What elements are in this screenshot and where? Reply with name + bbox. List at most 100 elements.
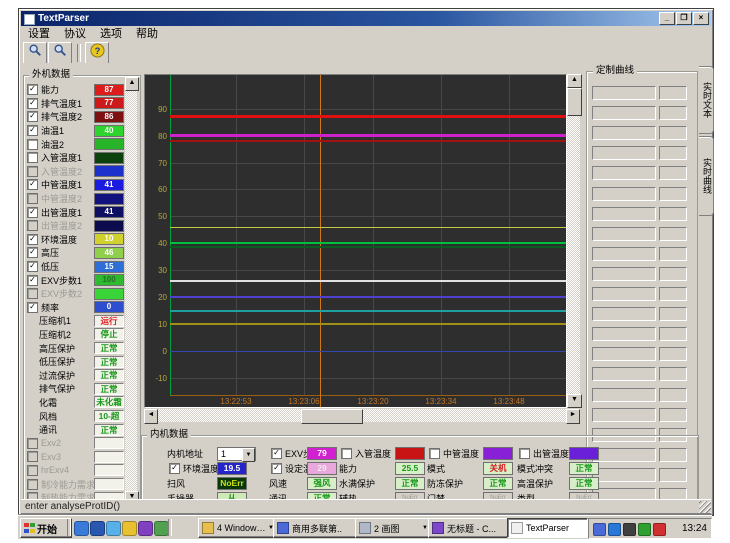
checkbox-制冷能力需求[interactable] [27, 479, 38, 490]
tab-实时曲线[interactable]: 实时曲线 [699, 136, 714, 216]
checkbox-hrExv4[interactable] [27, 465, 38, 476]
checkbox-EXV步数2[interactable] [27, 288, 38, 299]
custom-curve-value-field-2[interactable] [659, 126, 687, 140]
checkbox-环境温度[interactable]: ✓ [27, 234, 38, 245]
chart-scroll-down-arrow[interactable]: ▼ [567, 394, 582, 408]
checkbox-能力[interactable]: ✓ [27, 84, 38, 95]
custom-curve-name-field-11[interactable] [592, 307, 656, 321]
chart-scroll-left-arrow[interactable]: ◄ [144, 409, 158, 424]
checkbox-排气温度2[interactable]: ✓ [27, 111, 38, 122]
chart-hscroll-thumb[interactable] [301, 409, 363, 424]
checkbox-中管温度1[interactable]: ✓ [27, 179, 38, 190]
checkbox-油温1[interactable]: ✓ [27, 125, 38, 136]
scroll-up-arrow[interactable]: ▲ [125, 77, 139, 91]
checkbox-高压[interactable]: ✓ [27, 247, 38, 258]
custom-curve-name-field-0[interactable] [592, 86, 656, 100]
show-desktop-icon[interactable] [154, 521, 169, 536]
checkbox-低压[interactable]: ✓ [27, 261, 38, 272]
media-player-icon[interactable] [138, 521, 153, 536]
menu-item-帮助[interactable]: 帮助 [129, 25, 165, 41]
custom-curve-name-field-6[interactable] [592, 207, 656, 221]
hand-icon[interactable] [593, 523, 606, 536]
zoom-in-button[interactable] [23, 42, 47, 64]
checkbox-环境温度[interactable]: ✓ [169, 463, 180, 474]
custom-curve-name-field-4[interactable] [592, 166, 656, 180]
antivirus-icon[interactable] [653, 523, 666, 536]
custom-curve-value-field-0[interactable] [659, 86, 687, 100]
chart-scroll-right-arrow[interactable]: ► [566, 409, 580, 424]
taskbar-button-4 Windows...[interactable]: 4 Windows...▼ [198, 518, 278, 538]
restore-button[interactable]: ❐ [676, 12, 692, 25]
custom-curve-name-field-15[interactable] [592, 388, 656, 402]
custom-curve-name-field-3[interactable] [592, 146, 656, 160]
tab-实时文本[interactable]: 实时文本 [699, 66, 714, 134]
custom-curve-value-field-10[interactable] [659, 287, 687, 301]
custom-curve-value-field-3[interactable] [659, 146, 687, 160]
menu-item-选项[interactable]: 选项 [93, 25, 129, 41]
custom-curve-name-field-7[interactable] [592, 227, 656, 241]
taskbar-button-无标题 - C...[interactable]: 无标题 - C... [428, 518, 511, 538]
custom-curve-name-field-16[interactable] [592, 408, 656, 422]
checkbox-EXV步数1[interactable]: ✓ [27, 275, 38, 286]
time-cursor-line[interactable] [320, 75, 321, 407]
checkbox-出管温度2[interactable] [27, 220, 38, 231]
indoor-address-dropdown[interactable]: 1▼ [217, 447, 256, 461]
custom-curve-name-field-14[interactable] [592, 367, 656, 381]
resize-grip[interactable] [699, 501, 711, 513]
ie-icon[interactable] [74, 521, 89, 536]
custom-curve-value-field-13[interactable] [659, 347, 687, 361]
network-icon[interactable] [623, 523, 636, 536]
custom-curve-value-field-5[interactable] [659, 187, 687, 201]
custom-curve-value-field-12[interactable] [659, 327, 687, 341]
custom-curve-value-field-14[interactable] [659, 367, 687, 381]
outlook-icon[interactable] [90, 521, 105, 536]
help-button[interactable]: ? [85, 42, 109, 64]
custom-curve-value-field-15[interactable] [659, 388, 687, 402]
update-icon[interactable] [608, 523, 621, 536]
messenger-icon[interactable] [122, 521, 137, 536]
custom-curve-name-field-13[interactable] [592, 347, 656, 361]
checkbox-入管温度1[interactable] [27, 152, 38, 163]
custom-curve-value-field-1[interactable] [659, 106, 687, 120]
taskbar-button-2 画图[interactable]: 2 画图▼ [355, 518, 432, 538]
custom-curve-name-field-2[interactable] [592, 126, 656, 140]
menu-item-设置[interactable]: 设置 [21, 25, 57, 41]
taskbar-button-TextParser[interactable]: TextParser [507, 518, 588, 538]
checkbox-EXV步数[interactable]: ✓ [271, 448, 282, 459]
checkbox-Exv3[interactable] [27, 451, 38, 462]
checkbox-排气温度1[interactable]: ✓ [27, 98, 38, 109]
chart-horizontal-scrollbar[interactable]: ◄ ► [144, 409, 580, 422]
checkbox-油温2[interactable] [27, 139, 38, 150]
checkbox-频率[interactable]: ✓ [27, 302, 38, 313]
dropdown-arrow-icon[interactable]: ▼ [242, 448, 255, 462]
custom-curve-name-field-8[interactable] [592, 247, 656, 261]
checkbox-入管温度2[interactable] [27, 166, 38, 177]
menu-item-协议[interactable]: 协议 [57, 25, 93, 41]
checkbox-中管温度2[interactable] [27, 193, 38, 204]
custom-curve-name-field-10[interactable] [592, 287, 656, 301]
custom-curve-value-field-7[interactable] [659, 227, 687, 241]
custom-curve-value-field-8[interactable] [659, 247, 687, 261]
custom-curve-value-field-16[interactable] [659, 408, 687, 422]
custom-curve-value-field-11[interactable] [659, 307, 687, 321]
outdoor-list-scrollbar[interactable]: ▲ ▼ [125, 77, 137, 505]
green-status-icon[interactable] [638, 523, 651, 536]
checkbox-中管温度[interactable] [429, 448, 440, 459]
taskbar-button-商用多联第..[interactable]: 商用多联第.. [273, 518, 359, 538]
custom-curve-name-field-12[interactable] [592, 327, 656, 341]
custom-curve-value-field-9[interactable] [659, 267, 687, 281]
chart-vertical-scrollbar[interactable]: ▲ ▼ [567, 74, 580, 408]
checkbox-设定温度[interactable]: ✓ [271, 463, 282, 474]
checkbox-Exv2[interactable] [27, 438, 38, 449]
checkbox-入管温度[interactable] [341, 448, 352, 459]
chart-scroll-up-arrow[interactable]: ▲ [567, 74, 582, 88]
start-button[interactable]: 开始 [20, 518, 72, 538]
custom-curve-name-field-1[interactable] [592, 106, 656, 120]
custom-curve-value-field-6[interactable] [659, 207, 687, 221]
custom-curve-value-field-4[interactable] [659, 166, 687, 180]
custom-curve-name-field-5[interactable] [592, 187, 656, 201]
close-button[interactable]: × [693, 12, 709, 25]
zoom-out-button[interactable] [48, 42, 72, 64]
minimize-button[interactable]: _ [659, 12, 675, 25]
custom-curve-name-field-9[interactable] [592, 267, 656, 281]
